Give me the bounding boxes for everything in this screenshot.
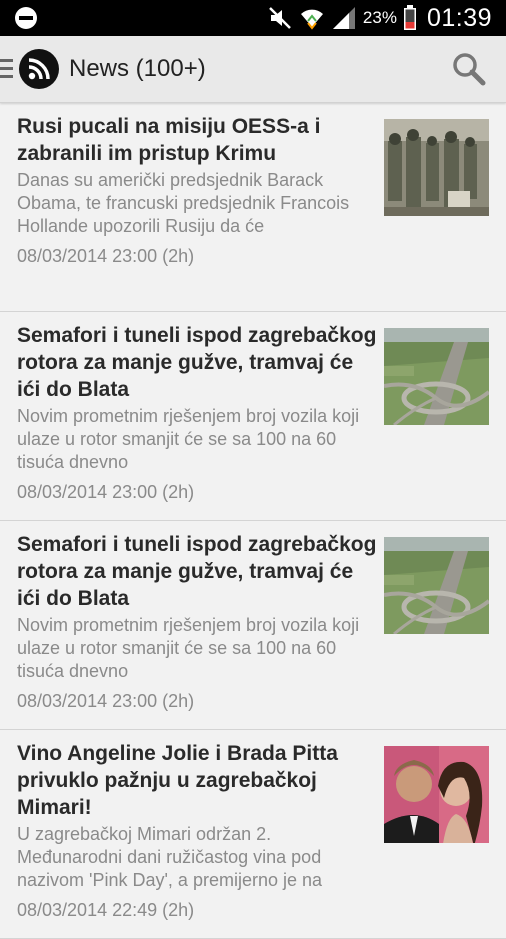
couple-photo <box>384 746 489 843</box>
clock: 01:39 <box>426 3 492 32</box>
news-item-date: 08/03/2014 23:00 (2h) <box>17 482 195 502</box>
do-not-disturb-icon <box>15 7 37 29</box>
wifi-icon <box>300 9 323 30</box>
soldiers-photo <box>384 119 489 216</box>
news-item-summary: Danas su američki predsjednik Barack Oba… <box>17 170 350 236</box>
news-list-item[interactable]: Vino Angeline Jolie i Brada Pitta privuk… <box>0 730 506 939</box>
news-item-summary: U zagrebačkoj Mimari održan 2. Međunarod… <box>17 824 323 890</box>
news-list: Rusi pucali na misiju OESS-a i zabranili… <box>0 103 506 939</box>
rss-app-icon[interactable] <box>19 49 59 89</box>
news-item-title: Vino Angeline Jolie i Brada Pitta privuk… <box>17 742 338 819</box>
drawer-icon[interactable] <box>0 58 14 80</box>
news-list-item[interactable]: Rusi pucali na misiju OESS-a i zabranili… <box>0 103 506 312</box>
news-item-thumbnail <box>384 328 489 425</box>
news-item-thumbnail <box>384 119 489 216</box>
page-title: News (100+) <box>69 55 206 82</box>
news-item-date: 08/03/2014 22:49 (2h) <box>17 900 195 920</box>
search-icon[interactable] <box>450 50 488 88</box>
news-item-title: Rusi pucali na misiju OESS-a i zabranili… <box>17 115 321 165</box>
news-item-text: Semafori i tuneli ispod zagrebačkog roto… <box>17 531 377 713</box>
interchange-photo <box>384 537 489 634</box>
news-item-summary: Novim prometnim rješenjem broj vozila ko… <box>17 406 360 472</box>
news-item-title: Semafori i tuneli ispod zagrebačkog roto… <box>17 324 377 401</box>
news-item-thumbnail <box>384 537 489 634</box>
news-item-summary: Novim prometnim rješenjem broj vozila ko… <box>17 615 360 681</box>
news-item-text: Semafori i tuneli ispod zagrebačkog roto… <box>17 322 377 504</box>
news-item-title: Semafori i tuneli ispod zagrebačkog roto… <box>17 533 377 610</box>
news-item-thumbnail <box>384 746 489 843</box>
interchange-photo <box>384 328 489 425</box>
news-list-item[interactable]: Semafori i tuneli ispod zagrebačkog roto… <box>0 312 506 521</box>
battery-percent: 23% <box>362 8 397 27</box>
news-list-item[interactable]: Semafori i tuneli ispod zagrebačkog roto… <box>0 521 506 730</box>
status-bar: 23% 01:39 <box>0 0 506 36</box>
action-bar: News (100+) <box>0 36 506 103</box>
battery-icon <box>403 5 416 30</box>
mute-icon <box>269 7 291 29</box>
news-item-date: 08/03/2014 23:00 (2h) <box>17 246 195 266</box>
news-item-text: Rusi pucali na misiju OESS-a i zabranili… <box>17 113 377 268</box>
signal-icon <box>332 7 355 29</box>
news-item-date: 08/03/2014 23:00 (2h) <box>17 691 195 711</box>
news-item-text: Vino Angeline Jolie i Brada Pitta privuk… <box>17 740 377 922</box>
